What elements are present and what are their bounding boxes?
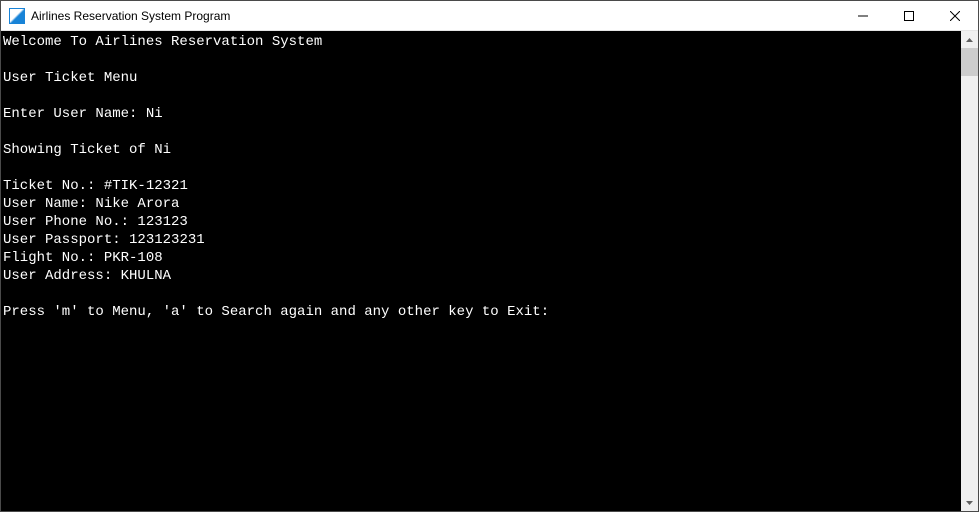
- ticket-no-value: #TIK-12321: [104, 178, 188, 194]
- client-area: Welcome To Airlines Reservation System U…: [1, 31, 978, 511]
- phone-label: User Phone No.:: [3, 214, 137, 230]
- showing-line: Showing Ticket of Ni: [3, 141, 959, 159]
- phone-line: User Phone No.: 123123: [3, 213, 959, 231]
- blank-line: [3, 159, 959, 177]
- passport-value: 123123231: [129, 232, 205, 248]
- minimize-icon: [858, 11, 868, 21]
- close-icon: [950, 11, 960, 21]
- address-label: User Address:: [3, 268, 121, 284]
- address-value: KHULNA: [121, 268, 171, 284]
- blank-line: [3, 123, 959, 141]
- passport-label: User Passport:: [3, 232, 129, 248]
- ticket-no-line: Ticket No.: #TIK-12321: [3, 177, 959, 195]
- blank-line: [3, 285, 959, 303]
- scroll-track[interactable]: [961, 48, 978, 494]
- flight-value: PKR-108: [104, 250, 163, 266]
- close-button[interactable]: [932, 1, 978, 30]
- blank-line: [3, 87, 959, 105]
- phone-value: 123123: [137, 214, 187, 230]
- menu-title-line: User Ticket Menu: [3, 69, 959, 87]
- passport-line: User Passport: 123123231: [3, 231, 959, 249]
- vertical-scrollbar[interactable]: [961, 31, 978, 511]
- footer-prompt-line: Press 'm' to Menu, 'a' to Search again a…: [3, 303, 959, 321]
- user-name-line: User Name: Nike Arora: [3, 195, 959, 213]
- enter-user-label: Enter User Name:: [3, 106, 146, 122]
- chevron-down-icon: [966, 501, 973, 505]
- blank-line: [3, 51, 959, 69]
- app-window: Airlines Reservation System Program Welc…: [0, 0, 979, 512]
- user-name-value: Nike Arora: [95, 196, 179, 212]
- scroll-thumb[interactable]: [961, 48, 978, 76]
- enter-user-value: Ni: [146, 106, 163, 122]
- showing-user: Ni: [154, 142, 171, 158]
- scroll-down-button[interactable]: [961, 494, 978, 511]
- titlebar[interactable]: Airlines Reservation System Program: [1, 1, 978, 31]
- window-title: Airlines Reservation System Program: [31, 9, 840, 23]
- ticket-no-label: Ticket No.:: [3, 178, 104, 194]
- enter-user-line: Enter User Name: Ni: [3, 105, 959, 123]
- window-controls: [840, 1, 978, 30]
- maximize-button[interactable]: [886, 1, 932, 30]
- address-line: User Address: KHULNA: [3, 267, 959, 285]
- app-icon: [9, 8, 25, 24]
- flight-line: Flight No.: PKR-108: [3, 249, 959, 267]
- console-output[interactable]: Welcome To Airlines Reservation System U…: [1, 31, 961, 511]
- welcome-line: Welcome To Airlines Reservation System: [3, 33, 959, 51]
- showing-label: Showing Ticket of: [3, 142, 154, 158]
- flight-label: Flight No.:: [3, 250, 104, 266]
- scroll-up-button[interactable]: [961, 31, 978, 48]
- maximize-icon: [904, 11, 914, 21]
- chevron-up-icon: [966, 38, 973, 42]
- minimize-button[interactable]: [840, 1, 886, 30]
- user-name-label: User Name:: [3, 196, 95, 212]
